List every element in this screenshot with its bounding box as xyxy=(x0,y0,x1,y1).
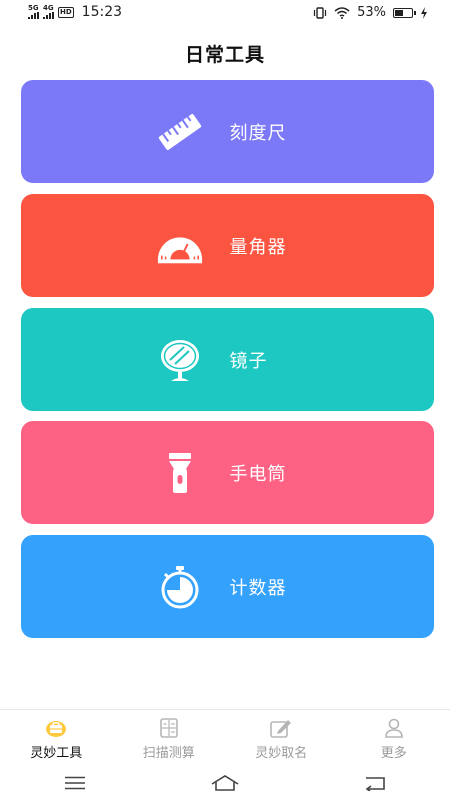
tab-label: 扫描测算 xyxy=(142,746,195,761)
mirror-icon xyxy=(156,336,204,384)
flashlight-icon xyxy=(156,449,204,497)
tool-label: 刻度尺 xyxy=(229,122,287,144)
tool-label: 计数器 xyxy=(229,577,287,599)
tab-lingmiao-tools[interactable]: 灵妙工具 xyxy=(0,710,113,766)
page-title: 日常工具 xyxy=(184,44,265,66)
edit-icon xyxy=(270,717,292,739)
hd-badge: HD xyxy=(58,6,74,18)
back-icon xyxy=(365,776,385,791)
tab-label: 灵妙取名 xyxy=(255,746,308,761)
calculator-icon xyxy=(158,717,180,739)
tool-label: 手电筒 xyxy=(229,463,287,485)
tab-label: 灵妙工具 xyxy=(30,746,83,761)
stopwatch-icon xyxy=(156,563,204,611)
tab-label: 更多 xyxy=(380,746,407,761)
ruler-icon xyxy=(156,108,204,156)
home-nav-button[interactable] xyxy=(205,771,245,795)
network-label-5g: 5G xyxy=(28,4,39,12)
tool-card-flashlight[interactable]: 手电筒 xyxy=(21,421,434,524)
vibrate-icon xyxy=(313,6,327,19)
tab-scan-calc[interactable]: 扫描测算 xyxy=(113,710,226,766)
menu-icon xyxy=(65,776,85,789)
signal-bars-icon xyxy=(28,12,39,19)
status-left: 5G 4G HD 15:23 xyxy=(28,4,122,20)
menu-nav-button[interactable] xyxy=(55,771,95,795)
tool-card-ruler[interactable]: 刻度尺 xyxy=(21,80,434,183)
tool-card-counter[interactable]: 计数器 xyxy=(21,535,434,638)
status-bar: 5G 4G HD 15:23 53% xyxy=(0,0,450,26)
protractor-icon xyxy=(156,222,204,270)
network-label-4g: 4G xyxy=(43,4,54,12)
signal-bars-icon xyxy=(43,12,54,19)
system-nav-bar xyxy=(0,765,450,800)
signal-4g: 4G xyxy=(43,5,54,19)
signal-5g: 5G xyxy=(28,5,39,19)
tool-label: 量角器 xyxy=(229,236,287,258)
app-screen: 5G 4G HD 15:23 53% 日常工具 刻度尺 量角器 镜子 手电筒 计… xyxy=(0,0,450,800)
tool-label: 镜子 xyxy=(229,350,268,372)
wifi-icon xyxy=(334,6,350,19)
tool-card-mirror[interactable]: 镜子 xyxy=(21,308,434,411)
battery-icon xyxy=(393,7,416,18)
tool-card-protractor[interactable]: 量角器 xyxy=(21,194,434,297)
person-icon xyxy=(383,717,405,739)
home-icon xyxy=(211,774,239,791)
charging-icon xyxy=(421,6,427,19)
tab-naming[interactable]: 灵妙取名 xyxy=(225,710,338,766)
tab-more[interactable]: 更多 xyxy=(338,710,450,766)
status-right: 53% xyxy=(313,5,428,20)
status-time: 15:23 xyxy=(81,4,123,20)
bottom-tab-bar: 灵妙工具 扫描测算 灵妙取名 更多 xyxy=(0,709,450,766)
back-nav-button[interactable] xyxy=(355,771,395,795)
battery-fill xyxy=(395,9,403,16)
toolbox-icon xyxy=(45,717,67,739)
battery-percent: 53% xyxy=(357,5,386,20)
